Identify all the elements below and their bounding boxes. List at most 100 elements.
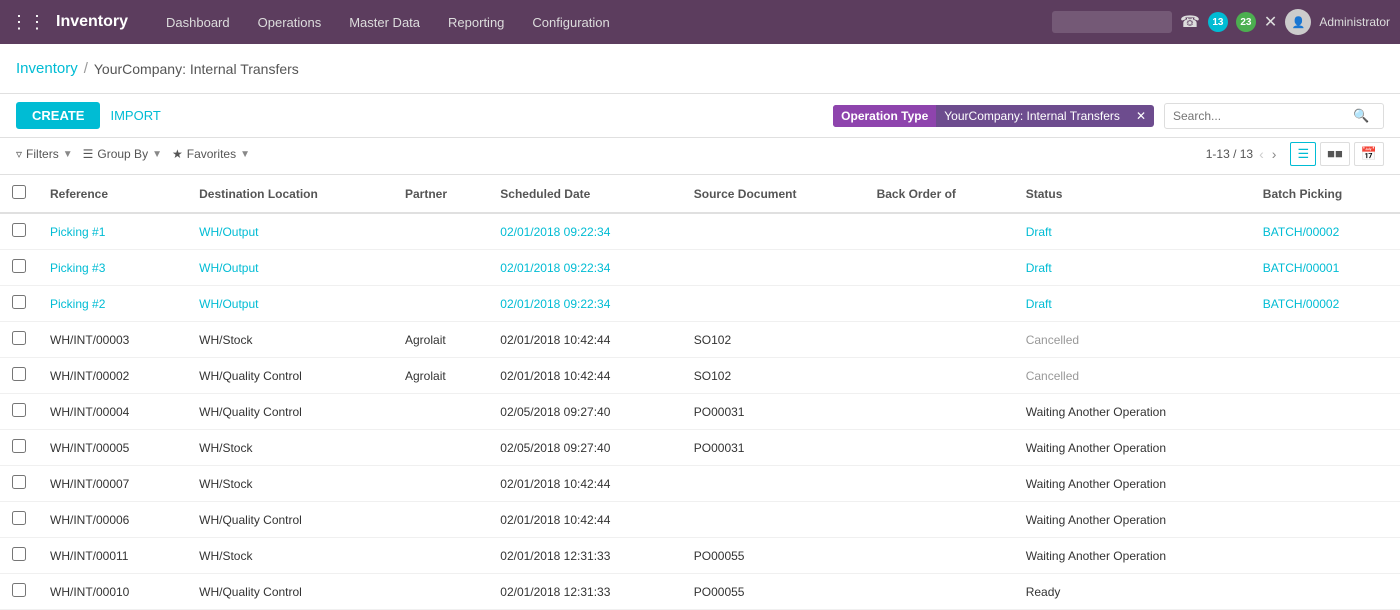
cell-reference[interactable]: Picking #3 [38, 250, 187, 286]
cell-partner: Agrolait [393, 322, 488, 358]
nav-reporting[interactable]: Reporting [434, 0, 518, 44]
cell-batch [1251, 574, 1400, 610]
cell-batch[interactable]: BATCH/00002 [1251, 286, 1400, 322]
nav-search-input[interactable] [1052, 11, 1172, 33]
badge-23[interactable]: 23 [1236, 12, 1256, 32]
batch-link[interactable]: BATCH/00001 [1263, 261, 1339, 275]
cell-scheduled-date[interactable]: 02/01/2018 09:22:34 [488, 286, 682, 322]
cell-back-order [865, 538, 1014, 574]
cell-scheduled-date: 02/01/2018 10:42:44 [488, 358, 682, 394]
favorites-button[interactable]: ★ Favorites ▼ [172, 147, 250, 161]
row-checkbox[interactable] [12, 403, 26, 417]
cell-status: Waiting Another Operation [1014, 466, 1251, 502]
nav-configuration[interactable]: Configuration [518, 0, 623, 44]
cell-partner: Agrolait [393, 358, 488, 394]
nav-right: ☎ 13 23 ✕ 👤 Administrator [1052, 9, 1390, 35]
reference-link[interactable]: Picking #3 [50, 261, 105, 275]
col-scheduled-date: Scheduled Date [488, 175, 682, 213]
row-checkbox[interactable] [12, 367, 26, 381]
cell-destination: WH/Quality Control [187, 502, 393, 538]
destination-link[interactable]: WH/Output [199, 261, 258, 275]
row-checkbox[interactable] [12, 583, 26, 597]
cell-scheduled-date[interactable]: 02/01/2018 09:22:34 [488, 213, 682, 250]
calendar-view-icon[interactable]: 📅 [1354, 142, 1384, 166]
cell-source-doc: PO00055 [682, 538, 865, 574]
top-navigation: ⋮⋮ Inventory Dashboard Operations Master… [0, 0, 1400, 44]
filters-label: Filters [26, 147, 59, 161]
user-name[interactable]: Administrator [1319, 15, 1390, 29]
cell-reference: WH/INT/00010 [38, 574, 187, 610]
reference-link[interactable]: Picking #1 [50, 225, 105, 239]
group-by-button[interactable]: ☰ Group By ▼ [83, 147, 162, 161]
table-row: Picking #2 WH/Output 02/01/2018 09:22:34 Dr… [0, 286, 1400, 322]
badge-13[interactable]: 13 [1208, 12, 1228, 32]
batch-link[interactable]: BATCH/00002 [1263, 297, 1339, 311]
nav-dashboard[interactable]: Dashboard [152, 0, 244, 44]
create-button[interactable]: CREATE [16, 102, 100, 129]
cell-batch[interactable]: BATCH/00002 [1251, 213, 1400, 250]
row-checkbox[interactable] [12, 331, 26, 345]
search-icon[interactable]: 🔍 [1353, 108, 1369, 124]
cell-back-order [865, 322, 1014, 358]
col-reference: Reference [38, 175, 187, 213]
destination-link[interactable]: WH/Output [199, 297, 258, 311]
col-batch: Batch Picking [1251, 175, 1400, 213]
cell-batch[interactable]: BATCH/00001 [1251, 250, 1400, 286]
cell-back-order [865, 213, 1014, 250]
nav-operations[interactable]: Operations [244, 0, 336, 44]
table-header-row: Reference Destination Location Partner S… [0, 175, 1400, 213]
row-checkbox[interactable] [12, 511, 26, 525]
avatar: 👤 [1285, 9, 1311, 35]
breadcrumb-parent[interactable]: Inventory [16, 60, 78, 77]
table-row: Picking #1 WH/Output 02/01/2018 09:22:34 Dr… [0, 213, 1400, 250]
breadcrumb-separator: / [84, 60, 88, 77]
filter-close-icon[interactable]: ✕ [1128, 105, 1154, 127]
row-checkbox[interactable] [12, 223, 26, 237]
pager-count: 1-13 / 13 [1206, 147, 1253, 161]
cell-destination: WH/Stock [187, 466, 393, 502]
date-link[interactable]: 02/01/2018 09:22:34 [500, 261, 610, 275]
cell-destination: WH/Stock [187, 430, 393, 466]
kanban-view-icon[interactable]: ■■ [1320, 142, 1350, 166]
brand-logo[interactable]: Inventory [56, 13, 128, 31]
batch-link[interactable]: BATCH/00002 [1263, 225, 1339, 239]
row-checkbox[interactable] [12, 475, 26, 489]
list-view-icon[interactable]: ☰ [1290, 142, 1316, 166]
grid-icon[interactable]: ⋮⋮ [10, 12, 46, 33]
cell-reference[interactable]: Picking #2 [38, 286, 187, 322]
search-input[interactable] [1173, 109, 1353, 123]
cell-reference[interactable]: Picking #1 [38, 213, 187, 250]
cell-scheduled-date[interactable]: 02/01/2018 09:22:34 [488, 250, 682, 286]
cell-status: Cancelled [1014, 322, 1251, 358]
date-link[interactable]: 02/01/2018 09:22:34 [500, 225, 610, 239]
pager-next[interactable]: › [1270, 146, 1279, 162]
toolbar-row2: ▿ Filters ▼ ☰ Group By ▼ ★ Favorites ▼ 1… [0, 138, 1400, 175]
cell-batch [1251, 394, 1400, 430]
cell-status: Draft [1014, 286, 1251, 322]
row-checkbox[interactable] [12, 439, 26, 453]
breadcrumb: Inventory / YourCompany: Internal Transf… [16, 60, 299, 77]
toolbar-right: Operation Type YourCompany: Internal Tra… [833, 103, 1384, 129]
row-checkbox[interactable] [12, 295, 26, 309]
pager-prev[interactable]: ‹ [1257, 146, 1266, 162]
filters-button[interactable]: ▿ Filters ▼ [16, 147, 73, 161]
cell-status: Draft [1014, 213, 1251, 250]
view-switcher: ☰ ■■ 📅 [1290, 142, 1384, 166]
cell-partner [393, 538, 488, 574]
phone-icon[interactable]: ☎ [1180, 12, 1200, 32]
cell-batch [1251, 502, 1400, 538]
cell-destination: WH/Quality Control [187, 394, 393, 430]
select-all-checkbox[interactable] [12, 185, 26, 199]
import-button[interactable]: IMPORT [110, 108, 160, 123]
destination-link[interactable]: WH/Output [199, 225, 258, 239]
cell-destination[interactable]: WH/Output [187, 213, 393, 250]
row-checkbox[interactable] [12, 547, 26, 561]
nav-master-data[interactable]: Master Data [335, 0, 434, 44]
cell-destination[interactable]: WH/Output [187, 250, 393, 286]
reference-link[interactable]: Picking #2 [50, 297, 105, 311]
close-icon[interactable]: ✕ [1264, 12, 1277, 32]
date-link[interactable]: 02/01/2018 09:22:34 [500, 297, 610, 311]
row-checkbox[interactable] [12, 259, 26, 273]
cell-destination[interactable]: WH/Output [187, 286, 393, 322]
select-all-header [0, 175, 38, 213]
